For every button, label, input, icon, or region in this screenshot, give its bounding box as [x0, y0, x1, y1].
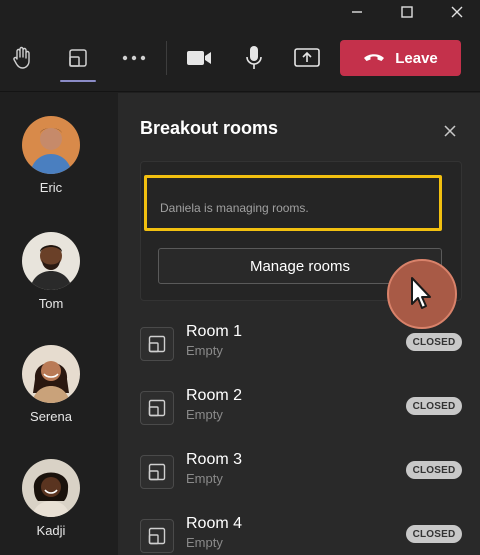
mouse-pointer-icon — [411, 277, 431, 309]
raise-hand-icon — [13, 46, 30, 69]
room-icon — [140, 391, 174, 425]
participant-tile[interactable]: Kadji — [0, 459, 114, 555]
status-badge: CLOSED — [406, 461, 462, 479]
avatar — [22, 345, 80, 403]
title-bar — [0, 0, 480, 26]
camera-icon — [187, 51, 211, 65]
participant-name: Serena — [30, 409, 72, 424]
room-name: Room 4 — [186, 515, 243, 532]
minimize-button[interactable] — [343, 2, 371, 22]
room-item[interactable]: Room 4 Empty CLOSED — [140, 515, 462, 555]
room-status: Empty — [186, 343, 223, 358]
breakout-rooms-icon — [69, 49, 87, 67]
status-badge: CLOSED — [406, 397, 462, 415]
participant-name: Kadji — [36, 523, 66, 538]
room-status: Empty — [186, 471, 223, 486]
close-icon — [451, 6, 463, 18]
phone-hangup-icon — [364, 54, 385, 61]
share-icon — [294, 48, 320, 67]
highlight-annotation — [144, 175, 442, 231]
microphone-button[interactable] — [236, 38, 272, 78]
participant-tile[interactable]: Tom — [0, 232, 114, 332]
more-actions-button[interactable] — [116, 38, 152, 78]
avatar — [22, 459, 80, 517]
room-name: Room 2 — [186, 387, 243, 404]
minimize-icon — [352, 11, 362, 13]
camera-button[interactable] — [181, 38, 217, 78]
participant-tile[interactable]: Eric — [0, 116, 114, 216]
panel-close-button[interactable] — [440, 121, 460, 141]
room-status: Empty — [186, 535, 223, 550]
close-icon — [444, 125, 456, 137]
breakout-rooms-button[interactable] — [60, 38, 96, 78]
room-item[interactable]: Room 1 Empty CLOSED — [140, 323, 462, 377]
room-name: Room 1 — [186, 323, 243, 340]
avatar — [22, 116, 80, 174]
leave-label: Leave — [395, 49, 438, 67]
room-status: Empty — [186, 407, 223, 422]
status-badge: CLOSED — [406, 333, 462, 351]
cursor-highlight — [387, 259, 457, 329]
room-item[interactable]: Room 3 Empty CLOSED — [140, 451, 462, 505]
avatar — [22, 232, 80, 290]
room-icon — [140, 519, 174, 553]
meeting-toolbar: Leave — [0, 26, 480, 92]
maximize-button[interactable] — [393, 2, 421, 22]
room-icon — [140, 455, 174, 489]
participant-strip: Eric Tom Serena Kadji — [0, 93, 114, 555]
toolbar-divider — [166, 41, 167, 75]
breakout-rooms-panel: Breakout rooms Daniela is managing rooms… — [118, 93, 480, 555]
room-name: Room 3 — [186, 451, 243, 468]
raise-hand-button[interactable] — [4, 38, 40, 78]
share-screen-button[interactable] — [289, 38, 325, 78]
room-icon — [140, 327, 174, 361]
panel-title: Breakout rooms — [140, 118, 279, 138]
leave-button[interactable]: Leave — [340, 40, 461, 76]
active-tab-indicator — [60, 80, 96, 82]
teams-meeting-window: Leave Eric Tom Serena Kadji Breakout roo… — [0, 0, 480, 555]
maximize-icon — [401, 6, 413, 18]
participant-tile[interactable]: Serena — [0, 345, 114, 445]
microphone-icon — [246, 46, 262, 69]
room-item[interactable]: Room 2 Empty CLOSED — [140, 387, 462, 441]
participant-name: Eric — [39, 180, 63, 195]
participant-name: Tom — [38, 296, 64, 311]
more-icon — [122, 55, 146, 61]
status-badge: CLOSED — [406, 525, 462, 543]
window-close-button[interactable] — [443, 2, 471, 22]
